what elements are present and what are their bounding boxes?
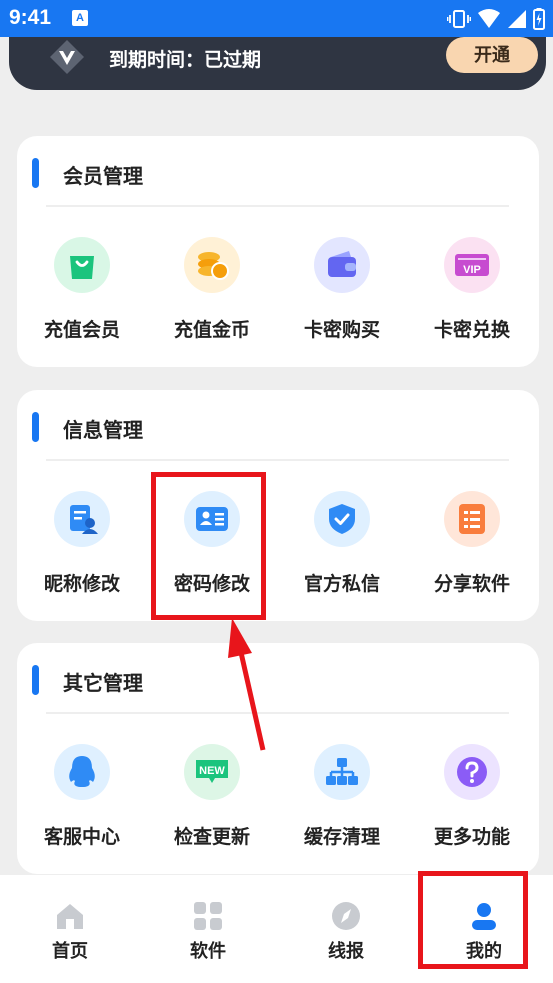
expire-status-text: 到期时间：已过期 bbox=[109, 50, 262, 71]
menu-item-label: 官方私信 bbox=[303, 574, 380, 595]
membership-banner: 到期时间：已过期 开通 bbox=[9, 37, 546, 90]
new-badge-icon: NEW bbox=[184, 744, 240, 800]
vip-diamond-icon bbox=[50, 40, 84, 74]
question-icon bbox=[444, 744, 500, 800]
menu-item-label: 检查更新 bbox=[173, 827, 250, 848]
menu-item-label: 昵称修改 bbox=[43, 574, 120, 595]
status-bar: 9:41 A bbox=[0, 0, 553, 37]
menu-item-recharge-member[interactable]: 充值会员 bbox=[27, 237, 137, 342]
menu-item-customer-service[interactable]: 客服中心 bbox=[27, 744, 137, 849]
shield-check-icon bbox=[314, 491, 370, 547]
wifi-icon bbox=[478, 9, 500, 28]
menu-item-label: 分享软件 bbox=[433, 574, 510, 595]
coins-icon bbox=[184, 237, 240, 293]
menu-item-edit-nickname[interactable]: 昵称修改 bbox=[27, 491, 137, 596]
vibrate-icon bbox=[447, 10, 471, 28]
vip-ticket-icon: VIP bbox=[444, 237, 500, 293]
status-time: 9:41 bbox=[9, 6, 52, 29]
section-title: 信息管理 bbox=[63, 420, 143, 442]
menu-item-label: 客服中心 bbox=[43, 827, 120, 848]
menu-item-share-app[interactable]: 分享软件 bbox=[417, 491, 527, 596]
grid-icon bbox=[194, 902, 222, 930]
menu-item-redeem-card[interactable]: VIP 卡密兑换 bbox=[417, 237, 527, 342]
menu-item-label: 充值会员 bbox=[43, 320, 120, 341]
nav-tab-label: 首页 bbox=[52, 941, 88, 961]
menu-item-more-features[interactable]: 更多功能 bbox=[417, 744, 527, 849]
section-card-member: 会员管理 充值会员 充值金币 卡密购买 VIP 卡密兑换 bbox=[17, 136, 539, 367]
svg-text:VIP: VIP bbox=[463, 264, 481, 276]
signal-icon bbox=[508, 10, 526, 28]
status-icons bbox=[447, 7, 545, 31]
nav-tab-label: 线报 bbox=[328, 941, 364, 961]
profile-edit-icon bbox=[54, 491, 110, 547]
svg-text:NEW: NEW bbox=[199, 765, 225, 777]
section-accent-bar bbox=[32, 665, 39, 695]
menu-item-official-message[interactable]: 官方私信 bbox=[287, 491, 397, 596]
open-membership-button[interactable]: 开通 bbox=[446, 37, 538, 73]
menu-item-clear-cache[interactable]: 缓存清理 bbox=[287, 744, 397, 849]
shopping-bag-icon bbox=[54, 237, 110, 293]
section-card-info: 信息管理 昵称修改 密码修改 官方私信 分享软件 bbox=[17, 390, 539, 621]
menu-item-label: 卡密兑换 bbox=[433, 320, 510, 341]
list-icon bbox=[444, 491, 500, 547]
compass-icon bbox=[332, 902, 360, 930]
menu-item-recharge-coins[interactable]: 充值金币 bbox=[157, 237, 267, 342]
menu-item-check-update[interactable]: NEW 检查更新 bbox=[157, 744, 267, 849]
highlight-box-mine-tab bbox=[418, 871, 528, 969]
section-accent-bar bbox=[32, 158, 39, 188]
section-divider bbox=[46, 459, 509, 461]
qq-penguin-icon bbox=[54, 744, 110, 800]
nav-tab-deals[interactable]: 线报 bbox=[301, 901, 391, 963]
wallet-icon bbox=[314, 237, 370, 293]
section-accent-bar bbox=[32, 412, 39, 442]
menu-item-label: 更多功能 bbox=[433, 827, 510, 848]
section-title: 会员管理 bbox=[63, 166, 143, 188]
menu-item-label: 充值金币 bbox=[173, 320, 250, 341]
menu-item-buy-card[interactable]: 卡密购买 bbox=[287, 237, 397, 342]
highlight-box-change-password bbox=[151, 472, 266, 620]
section-card-other: 其它管理 客服中心 NEW 检查更新 缓存清理 更多功能 bbox=[17, 643, 539, 874]
sitemap-icon bbox=[314, 744, 370, 800]
nav-tab-software[interactable]: 软件 bbox=[163, 901, 253, 963]
nav-tab-label: 软件 bbox=[190, 941, 226, 961]
menu-item-label: 卡密购买 bbox=[303, 320, 380, 341]
section-divider bbox=[46, 712, 509, 714]
section-divider bbox=[46, 205, 509, 207]
battery-icon bbox=[533, 8, 545, 30]
notification-icon: A bbox=[72, 10, 88, 26]
nav-tab-home[interactable]: 首页 bbox=[25, 901, 115, 963]
section-title: 其它管理 bbox=[63, 673, 143, 695]
home-icon bbox=[57, 904, 83, 929]
menu-item-label: 缓存清理 bbox=[303, 827, 380, 848]
